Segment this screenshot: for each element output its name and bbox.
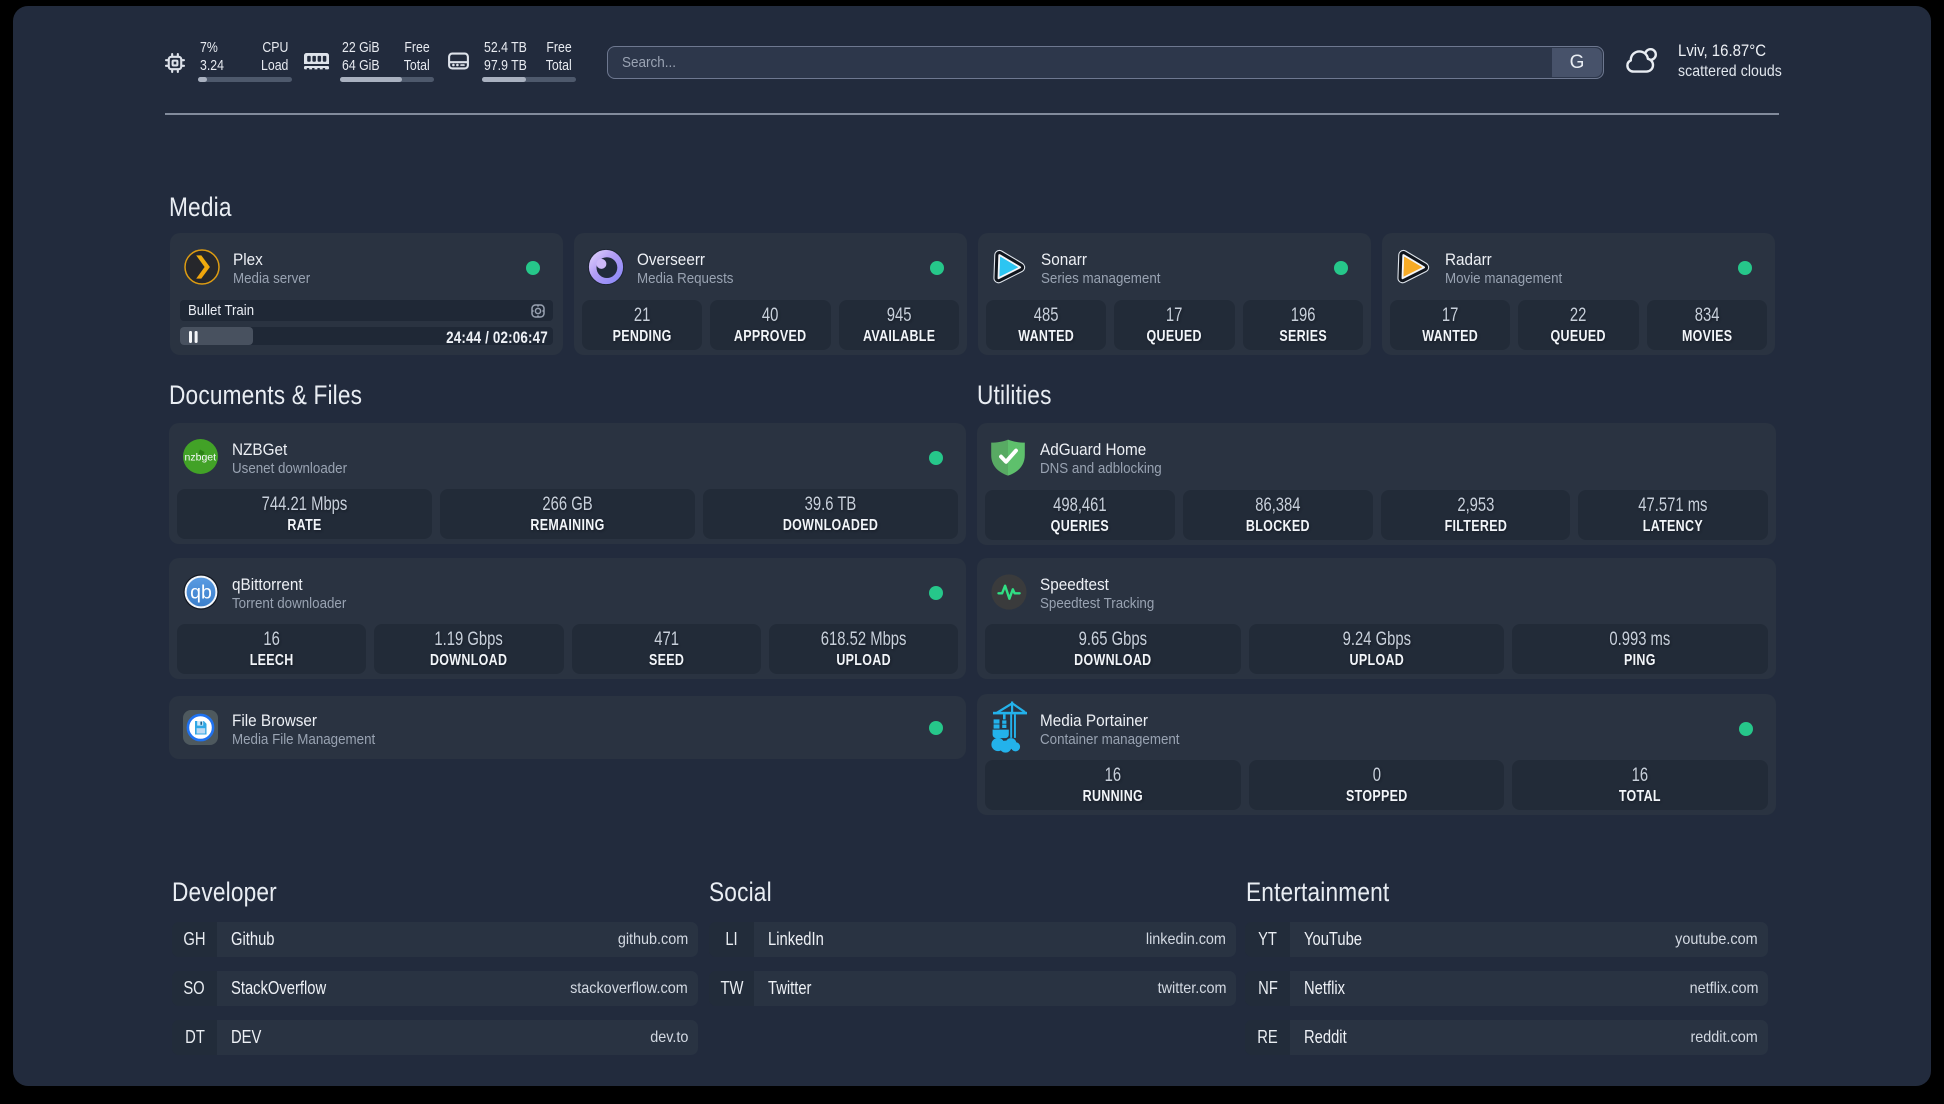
svg-text:qb: qb [190, 581, 212, 603]
svg-text:nzbget: nzbget [185, 452, 217, 464]
